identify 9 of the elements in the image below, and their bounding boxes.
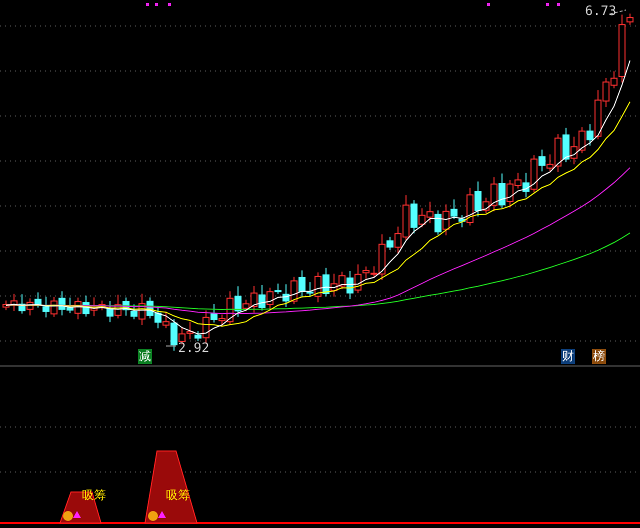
- indicator-label: 吸筹: [82, 489, 106, 501]
- signal-badge: 榜: [592, 349, 606, 364]
- ball-marker-icon: [148, 511, 166, 521]
- low-price-label: 2.92: [178, 342, 210, 355]
- ball-marker-icon: [63, 511, 81, 521]
- indicator-label: 吸筹: [166, 489, 190, 501]
- signal-badge: 财: [561, 349, 575, 364]
- high-price-label: 6.73: [585, 5, 616, 18]
- signal-badge: 减: [138, 349, 152, 364]
